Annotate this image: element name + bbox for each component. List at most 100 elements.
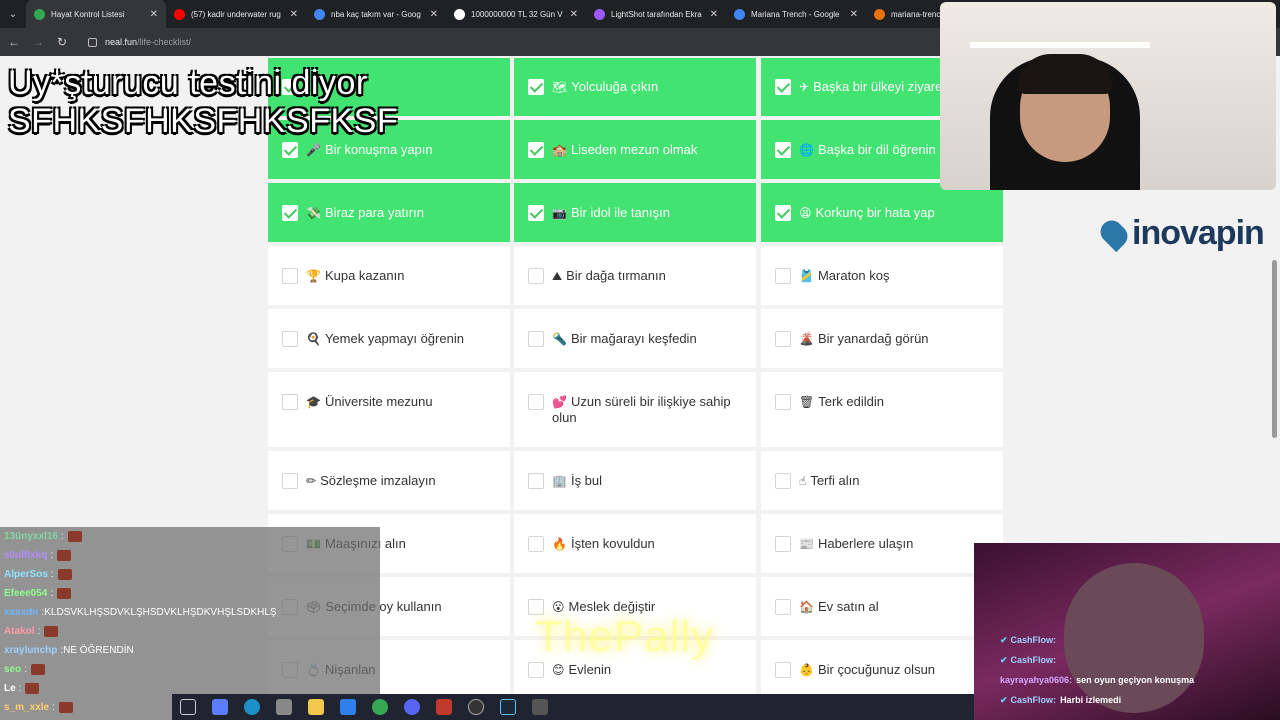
close-tab-icon[interactable]: ✕ (570, 9, 578, 20)
checklist-item[interactable]: 🗺 Yolculuğa çıkın (514, 58, 756, 116)
checkbox[interactable] (528, 394, 544, 410)
steam-icon[interactable] (500, 699, 516, 715)
close-tab-icon[interactable]: ✕ (850, 9, 858, 20)
checklist-item[interactable]: 💕 Uzun süreli bir ilişkiye sahip olun (514, 372, 756, 447)
tab-search-icon[interactable]: ⌄ (0, 0, 26, 28)
item-text: Uzun süreli bir ilişkiye sahip olun (552, 394, 731, 425)
checklist-item[interactable]: 🏆 Kupa kazanın (268, 246, 510, 305)
close-tab-icon[interactable]: ✕ (150, 9, 158, 20)
checklist-item[interactable]: 🍳 Yemek yapmayı öğrenin (268, 309, 510, 368)
checkbox[interactable] (528, 662, 544, 678)
item-emoji-icon: 😊 (552, 663, 565, 677)
checkbox[interactable] (282, 331, 298, 347)
checkbox[interactable] (282, 473, 298, 489)
edge-icon[interactable] (244, 699, 260, 715)
checkbox[interactable] (528, 536, 544, 552)
checklist-item[interactable]: ⛰ Bir dağa tırmanın (514, 246, 756, 305)
checkbox[interactable] (775, 268, 791, 284)
discord-icon[interactable] (404, 699, 420, 715)
checkbox[interactable] (775, 473, 791, 489)
location-pin-icon (1095, 215, 1133, 252)
item-text: Başka bir ülkeyi ziyaret (813, 79, 947, 94)
checklist-item[interactable]: 💸 Biraz para yatırın (268, 183, 510, 242)
chat-emote-icon (57, 550, 72, 561)
browser-tab[interactable]: LightShot tarafından Ekra ✕ (586, 0, 726, 28)
store-icon[interactable] (276, 699, 292, 715)
reload-icon[interactable]: ↻ (50, 35, 74, 49)
checklist-item-label: 📰 Haberlere ulaşın (799, 536, 913, 552)
back-arrow-icon[interactable]: ← (2, 35, 26, 49)
checkbox[interactable] (528, 205, 544, 221)
checklist-item[interactable]: 🏢 İş bul (514, 451, 756, 510)
checkbox[interactable] (528, 142, 544, 158)
checklist-item[interactable]: 👶 Bir çocuğunuz olsun (761, 640, 1003, 699)
forward-arrow-icon[interactable]: → (26, 35, 50, 49)
page-scrollbar[interactable] (1272, 260, 1277, 438)
checklist-item[interactable]: 🔦 Bir mağarayı keşfedin (514, 309, 756, 368)
checklist-item[interactable]: 📷 Bir idol ile tanışın (514, 183, 756, 242)
checklist-item[interactable]: 🎓 Üniversite mezunu (268, 372, 510, 447)
checklist-item-label: 🔥 İşten kovuldun (552, 536, 655, 552)
site-info-icon[interactable] (88, 37, 97, 47)
checklist-item[interactable]: 😫 Korkunç bir hata yap (761, 183, 1003, 242)
checklist-item[interactable]: 📰 Haberlere ulaşın (761, 514, 1003, 573)
checklist-item[interactable]: 🌋 Bir yanardağ görün (761, 309, 1003, 368)
tab-favicon (34, 8, 45, 20)
item-emoji-icon: 🔥 (552, 537, 567, 551)
checkbox[interactable] (528, 268, 544, 284)
mail-icon[interactable] (340, 699, 356, 715)
sponsor-logo: inovapin (1095, 214, 1265, 253)
item-text: Maraton koş (817, 268, 890, 283)
browser-tab[interactable]: nba kaç takım var - Goog ✕ (306, 0, 446, 28)
close-tab-icon[interactable]: ✕ (710, 9, 718, 20)
item-text: Üniversite mezunu (324, 394, 433, 409)
checkbox[interactable] (282, 394, 298, 410)
browser-tab[interactable]: (57) kadir underwater rug ✕ (166, 0, 306, 28)
obs-icon[interactable] (468, 699, 484, 715)
checkbox[interactable] (775, 536, 791, 552)
checkbox[interactable] (775, 79, 791, 95)
checkbox[interactable] (528, 79, 544, 95)
item-emoji-icon: 🎓 (306, 395, 321, 409)
checkbox[interactable] (282, 142, 298, 158)
checklist-item[interactable]: ☝ Terfi alın (761, 451, 1003, 510)
checkbox[interactable] (282, 205, 298, 221)
checkbox[interactable] (528, 473, 544, 489)
checklist-item[interactable]: 🏠 Ev satın al (761, 577, 1003, 636)
calculator-icon[interactable] (532, 699, 548, 715)
item-emoji-icon: 🗺 (552, 80, 568, 94)
checklist-item[interactable]: ✏ Sözleşme imzalayın (268, 451, 510, 510)
chat-message: ✔ CashFlow: (1000, 650, 1194, 670)
tab-title: nba kaç takım var - Goog (331, 9, 421, 19)
checklist-item[interactable]: 🗑 Terk edildin (761, 372, 1003, 447)
checkbox[interactable] (775, 662, 791, 678)
address-bar[interactable]: neal.fun /life-checklist/ (88, 37, 191, 47)
copilot-icon[interactable] (212, 699, 228, 715)
item-text: Sözleşme imzalayın (320, 473, 436, 488)
chrome-icon[interactable] (372, 699, 388, 715)
browser-tab[interactable]: Mariana Trench - Google ✕ (726, 0, 866, 28)
checkbox[interactable] (775, 331, 791, 347)
browser-tab[interactable]: Hayat Kontrol Listesi ✕ (26, 0, 166, 28)
checkbox[interactable] (775, 142, 791, 158)
app-icon[interactable] (436, 699, 452, 715)
task-view-icon[interactable] (180, 699, 196, 715)
browser-tab[interactable]: 1000000000 TL 32 Gün V ✕ (446, 0, 586, 28)
checkbox[interactable] (775, 205, 791, 221)
chat-message: kayrayahya0606: sen oyun geçiyon konuşma (1000, 670, 1194, 690)
checklist-item-label: 🔦 Bir mağarayı keşfedin (552, 331, 697, 347)
checkbox[interactable] (775, 394, 791, 410)
chat-username: 13ünyxxl16 (4, 531, 58, 542)
tab-favicon (174, 8, 185, 20)
item-emoji-icon: 🎤 (306, 143, 321, 157)
close-tab-icon[interactable]: ✕ (290, 9, 298, 20)
checkbox[interactable] (775, 599, 791, 615)
chat-message: seo: (0, 660, 380, 679)
checklist-item[interactable]: 🎽 Maraton koş (761, 246, 1003, 305)
checkbox[interactable] (528, 331, 544, 347)
file-explorer-icon[interactable] (308, 699, 324, 715)
checkbox[interactable] (282, 268, 298, 284)
close-tab-icon[interactable]: ✕ (430, 9, 438, 20)
checklist-item[interactable]: 🔥 İşten kovuldun (514, 514, 756, 573)
checklist-item[interactable]: 🏫 Liseden mezun olmak (514, 120, 756, 179)
